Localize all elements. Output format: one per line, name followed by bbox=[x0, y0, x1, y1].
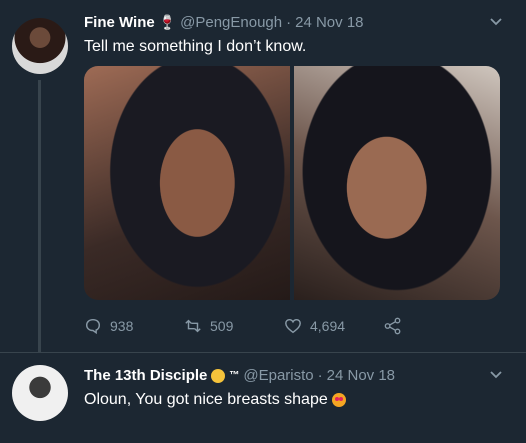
action-bar: 938 509 4,694 bbox=[84, 314, 484, 338]
tweet-header: Fine Wine 🍷 @PengEnough · 24 Nov 18 bbox=[84, 14, 486, 31]
chevron-down-icon[interactable] bbox=[488, 14, 504, 30]
tweet[interactable]: The 13th Disciple ™ @Eparisto · 24 Nov 1… bbox=[0, 352, 526, 443]
trademark: ™ bbox=[229, 370, 240, 381]
avatar[interactable] bbox=[12, 365, 68, 421]
tweet[interactable]: Fine Wine 🍷 @PengEnough · 24 Nov 18 Tell… bbox=[0, 0, 526, 352]
display-name[interactable]: The 13th Disciple bbox=[84, 367, 207, 384]
chevron-down-icon[interactable] bbox=[488, 367, 504, 383]
like-count: 4,694 bbox=[310, 318, 346, 334]
reply-icon bbox=[85, 318, 101, 335]
like-icon bbox=[285, 318, 301, 334]
reply-count: 938 bbox=[110, 318, 134, 334]
tweet-date[interactable]: 24 Nov 18 bbox=[295, 14, 363, 31]
photo[interactable] bbox=[294, 66, 500, 300]
wine-glass-icon: 🍷 bbox=[158, 14, 177, 30]
thread-line bbox=[38, 80, 41, 352]
smirk-emoji-icon bbox=[211, 368, 226, 383]
tweet-date[interactable]: 24 Nov 18 bbox=[327, 367, 395, 384]
retweet-icon bbox=[185, 319, 201, 333]
retweet-count: 509 bbox=[210, 318, 234, 334]
reply-button[interactable]: 938 bbox=[84, 317, 184, 335]
handle[interactable]: @PengEnough bbox=[180, 14, 282, 31]
tweet-text: Oloun, You got nice breasts shape bbox=[84, 391, 506, 409]
separator-dot: · bbox=[317, 367, 323, 384]
separator-dot: · bbox=[286, 14, 292, 31]
like-button[interactable]: 4,694 bbox=[284, 317, 384, 335]
share-button[interactable] bbox=[384, 317, 484, 335]
display-name[interactable]: Fine Wine bbox=[84, 14, 155, 31]
media-grid bbox=[84, 66, 500, 300]
tweet-text-content: Oloun, You got nice breasts shape bbox=[84, 391, 328, 408]
heart-eyes-emoji-icon bbox=[332, 392, 347, 407]
tweet-text: Tell me something I don’t know. bbox=[84, 38, 307, 55]
handle[interactable]: @Eparisto bbox=[243, 367, 313, 384]
share-icon bbox=[384, 317, 401, 335]
avatar[interactable] bbox=[12, 18, 68, 74]
retweet-button[interactable]: 509 bbox=[184, 317, 284, 335]
tweet-header: The 13th Disciple ™ @Eparisto · 24 Nov 1… bbox=[84, 367, 486, 384]
photo[interactable] bbox=[84, 66, 290, 300]
